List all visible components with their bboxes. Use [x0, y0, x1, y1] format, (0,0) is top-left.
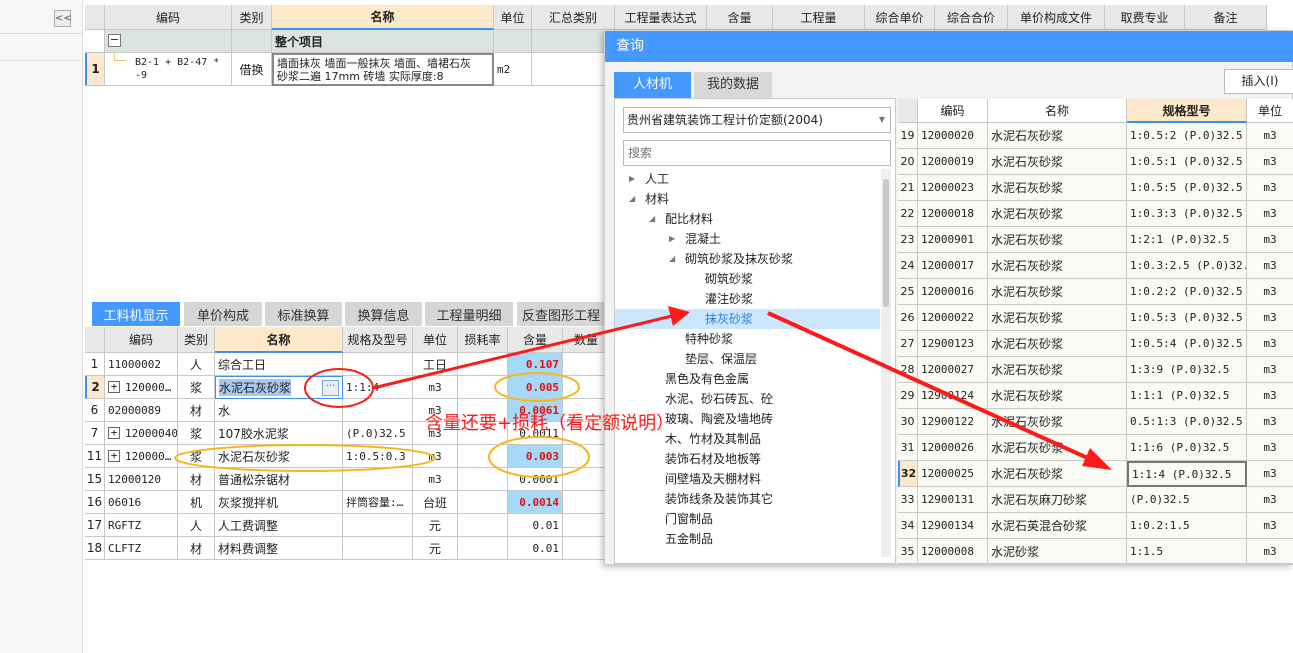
annotation-overlay	[174, 306, 1112, 478]
orange-ellipse-annotation	[174, 444, 436, 472]
orange-ellipse-annotation	[488, 436, 590, 478]
arrowhead	[1082, 448, 1112, 470]
arrow-annotation	[372, 314, 673, 390]
orange-ellipse-annotation	[494, 372, 580, 402]
annotation-text: 含量还要+损耗（看定额说明）	[425, 413, 675, 434]
arrowhead	[668, 306, 690, 326]
red-circle-annotation	[304, 368, 374, 408]
arrow-annotation	[767, 311, 1093, 462]
